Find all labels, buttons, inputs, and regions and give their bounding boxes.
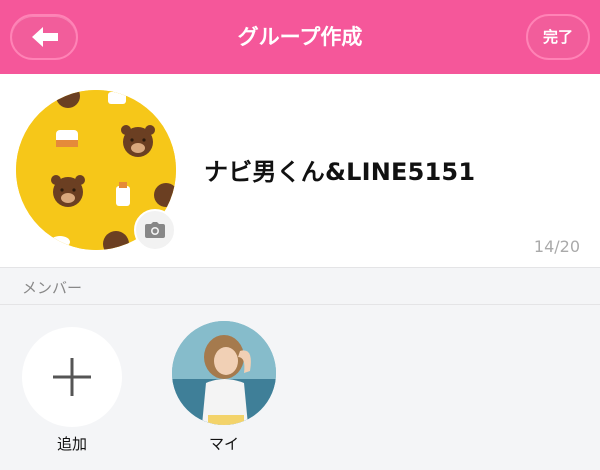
back-button[interactable] — [10, 14, 78, 60]
done-button[interactable]: 完了 — [526, 14, 590, 60]
app-header: グループ作成 完了 — [0, 0, 600, 74]
group-profile: ナビ男くん&LINE5151 14/20 — [0, 74, 600, 268]
character-count: 14/20 — [533, 237, 580, 256]
add-member-label: 追加 — [56, 435, 87, 453]
camera-icon — [145, 222, 165, 238]
group-name-field[interactable]: ナビ男くん&LINE5151 — [204, 152, 475, 187]
plus-icon — [53, 358, 91, 396]
page-title: グループ作成 — [237, 25, 363, 49]
member-photo — [172, 321, 276, 425]
arrow-left-icon — [32, 27, 58, 47]
members-section-label: メンバー — [22, 279, 83, 297]
change-photo-button[interactable] — [134, 209, 176, 251]
member-avatar[interactable] — [172, 321, 276, 425]
member-list: 追加 マイ — [0, 305, 600, 470]
member-name: マイ — [208, 435, 239, 453]
members-section-header: メンバー — [0, 267, 600, 305]
add-member-button[interactable] — [22, 327, 122, 427]
